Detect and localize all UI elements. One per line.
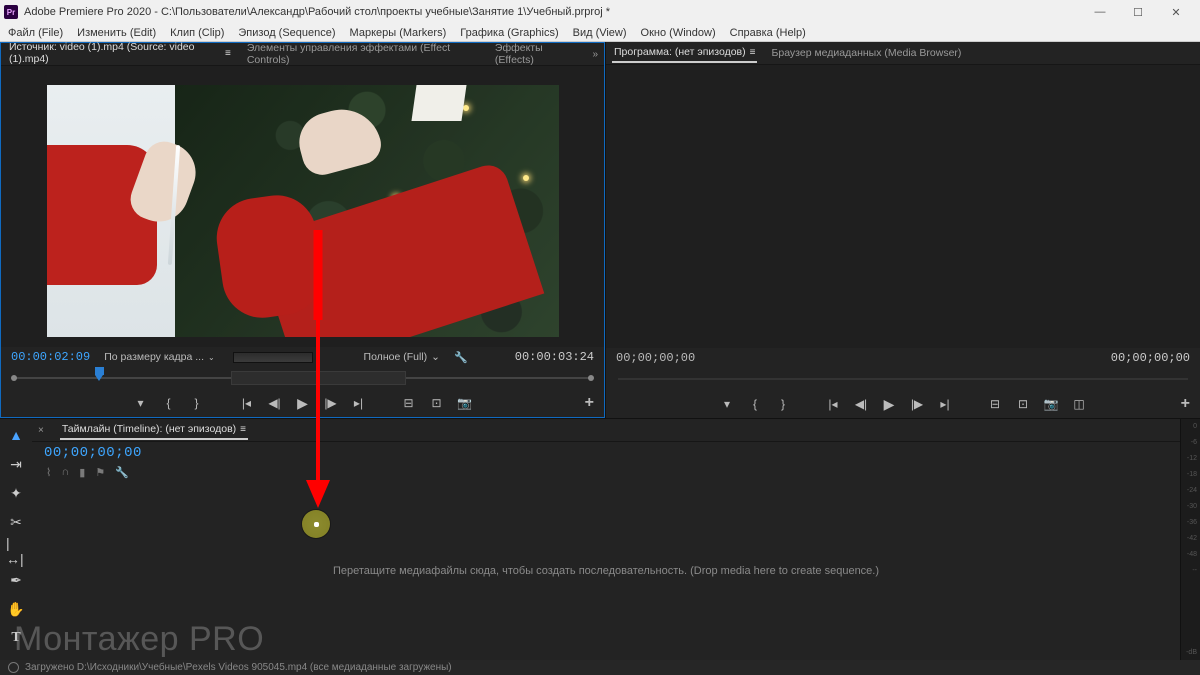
timeline-panel: × Таймлайн (Timeline): (нет эпизодов) ≡ … [32,419,1180,660]
step-forward-icon[interactable]: |▶ [909,396,925,412]
settings-wrench-icon[interactable]: 🔧 [454,350,468,364]
source-playhead[interactable] [95,367,104,382]
razor-tool-icon[interactable]: ✂ [6,512,26,532]
program-timecode-duration: 00;00;00;00 [1111,351,1190,365]
step-back-icon[interactable]: ◀| [267,395,283,411]
status-bar: Загружено D:\Исходники\Учебные\Pexels Vi… [0,660,1200,675]
step-forward-icon[interactable]: |▶ [323,395,339,411]
program-scrub-bar[interactable] [606,368,1200,390]
snap-icon[interactable]: ⌇ [46,466,51,479]
menu-clip[interactable]: Клип (Clip) [170,27,224,39]
tab-media-browser[interactable]: Браузер медиаданных (Media Browser) [769,44,963,62]
timeline-options: ⌇ ∩ ▮ ⚑ 🔧 [32,464,1180,481]
tab-program[interactable]: Программа: (нет эпизодов) ≡ [612,43,757,63]
panel-menu-icon[interactable]: ≡ [225,48,231,59]
quality-dropdown[interactable]: Полное (Full)⌄ [364,351,440,363]
sequence-settings-icon[interactable]: ⚑ [95,466,105,479]
program-timecode-current[interactable]: 00;00;00;00 [616,351,695,365]
wrench-icon[interactable]: 🔧 [115,466,129,479]
program-transport-controls: ▾ { } |◂ ◀| ▶ |▶ ▸| ⊟ ⊡ 📷 ◫ + [606,390,1200,418]
hand-tool-icon[interactable]: ✋ [6,599,26,619]
timeline-drop-hint: Перетащите медиафайлы сюда, чтобы создат… [333,565,879,577]
lift-icon[interactable]: ⊟ [987,396,1003,412]
app-icon: Pr [4,5,18,19]
panel-menu-icon[interactable]: ≡ [750,47,756,58]
goto-in-icon[interactable]: |◂ [239,395,255,411]
window-title: Adobe Premiere Pro 2020 - C:\Пользовател… [24,6,1088,18]
marker-icon[interactable]: ▮ [79,466,85,479]
comparison-view-icon[interactable]: ◫ [1071,396,1087,412]
video-preview-frame [47,85,559,337]
play-button[interactable]: ▶ [881,396,897,412]
menu-view[interactable]: Вид (View) [573,27,627,39]
source-scrub-bar[interactable] [1,367,604,389]
tab-program-label: Программа: (нет эпизодов) [614,46,746,58]
pen-tool-icon[interactable]: ✒ [6,570,26,590]
extract-icon[interactable]: ⊡ [1015,396,1031,412]
marker-add-icon[interactable]: ▾ [719,396,735,412]
menu-file[interactable]: Файл (File) [8,27,63,39]
source-video-viewport[interactable] [1,66,604,347]
add-button-icon[interactable]: + [1181,395,1190,413]
goto-out-icon[interactable]: ▸| [351,395,367,411]
tab-timeline-label: Таймлайн (Timeline): (нет эпизодов) [62,423,236,435]
overwrite-icon[interactable]: ⊡ [429,395,445,411]
linked-selection-icon[interactable]: ∩ [61,466,69,479]
insert-icon[interactable]: ⊟ [401,395,417,411]
goto-out-icon[interactable]: ▸| [937,396,953,412]
source-timecode-duration: 00:00:03:24 [515,350,594,364]
window-titlebar: Pr Adobe Premiere Pro 2020 - C:\Пользова… [0,0,1200,24]
fit-dropdown[interactable]: По размеру кадра ...⌄ [104,351,214,363]
audio-meter: 0 -6 -12 -18 -24 -30 -36 -42 -48 -- -dB [1180,419,1200,660]
menu-edit[interactable]: Изменить (Edit) [77,27,156,39]
marker-add-icon[interactable]: ▾ [133,395,149,411]
source-transport-controls: ▾ { } |◂ ◀| ▶ |▶ ▸| ⊟ ⊡ 📷 + [1,389,604,417]
menu-graphics[interactable]: Графика (Graphics) [460,27,558,39]
menu-help[interactable]: Справка (Help) [730,27,806,39]
selection-tool-icon[interactable]: ▲ [6,425,26,445]
menu-window[interactable]: Окно (Window) [641,27,716,39]
timeline-toolbar: ▲ ⇥ ✦ ✂ |↔| ✒ ✋ T [0,419,32,660]
status-indicator-icon [8,662,19,673]
mark-out-icon[interactable]: } [775,396,791,412]
mark-out-icon[interactable]: } [189,395,205,411]
tab-effects[interactable]: Эффекты (Effects) [493,39,581,69]
tab-timeline[interactable]: Таймлайн (Timeline): (нет эпизодов) ≡ [60,420,248,440]
ripple-edit-tool-icon[interactable]: ✦ [6,483,26,503]
close-tab-icon[interactable]: × [38,425,44,436]
goto-in-icon[interactable]: |◂ [825,396,841,412]
timeline-drop-zone[interactable]: Перетащите медиафайлы сюда, чтобы создат… [32,481,1180,660]
track-select-tool-icon[interactable]: ⇥ [6,454,26,474]
export-frame-icon[interactable]: 📷 [1043,396,1059,412]
maximize-button[interactable]: ☐ [1126,6,1150,19]
tabs-overflow-icon[interactable]: » [592,49,598,60]
program-monitor-panel: Программа: (нет эпизодов) ≡ Браузер меди… [605,42,1200,418]
type-tool-icon[interactable]: T [6,628,26,648]
tab-source-label: Источник: video (1).mp4 (Source: video (… [9,41,221,65]
step-back-icon[interactable]: ◀| [853,396,869,412]
status-text: Загружено D:\Исходники\Учебные\Pexels Vi… [25,662,452,673]
add-button-icon[interactable]: + [585,394,594,412]
minimize-button[interactable]: — [1088,6,1112,19]
mark-in-icon[interactable]: { [747,396,763,412]
close-button[interactable]: ✕ [1164,6,1188,19]
slip-tool-icon[interactable]: |↔| [6,541,26,561]
source-timecode-current[interactable]: 00:00:02:09 [11,350,90,364]
panel-menu-icon[interactable]: ≡ [240,424,246,435]
mark-in-icon[interactable]: { [161,395,177,411]
menu-sequence[interactable]: Эпизод (Sequence) [238,27,335,39]
play-button[interactable]: ▶ [295,395,311,411]
timeline-timecode[interactable]: 00;00;00;00 [44,445,142,461]
source-monitor-panel: Источник: video (1).mp4 (Source: video (… [0,42,605,418]
export-frame-icon[interactable]: 📷 [457,395,473,411]
zoom-bar[interactable] [233,352,313,363]
tab-effect-controls[interactable]: Элементы управления эффектами (Effect Co… [245,39,481,69]
menu-markers[interactable]: Маркеры (Markers) [350,27,447,39]
program-video-viewport[interactable] [606,65,1200,348]
